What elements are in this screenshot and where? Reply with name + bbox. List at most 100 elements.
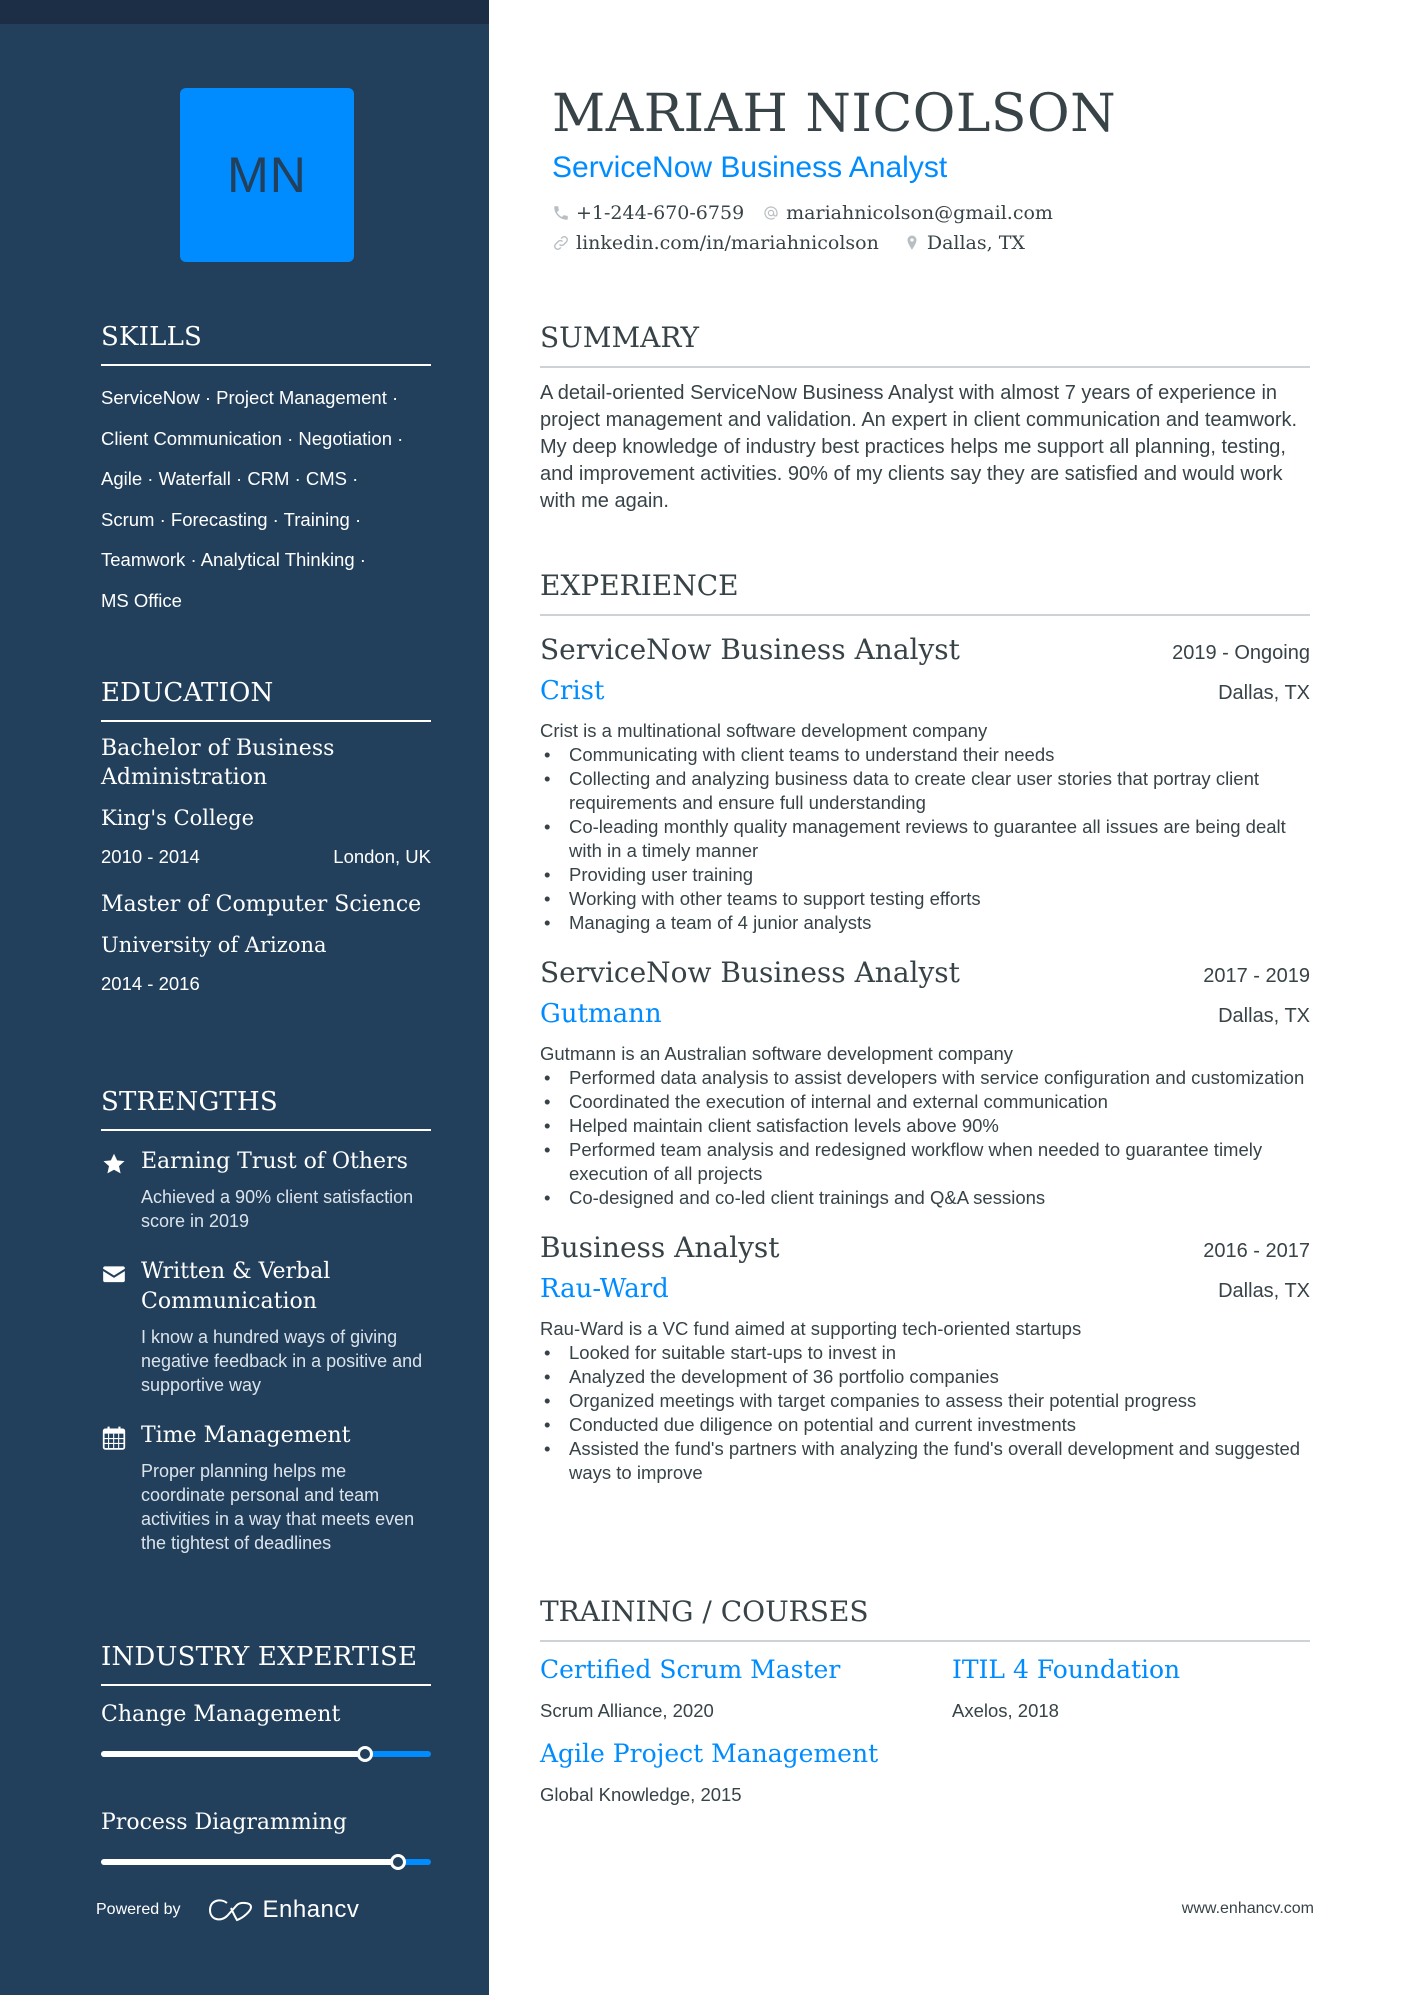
strength-title: Written & Verbal Communication [141,1259,331,1314]
skills-line: MS Office [101,589,182,611]
enhancv-brand[interactable]: Enhancv [263,1896,360,1924]
experience-heading: EXPERIENCE [540,568,1310,616]
job-bullet: Working with other teams to support test… [540,887,1310,911]
summary-heading: SUMMARY [540,320,1310,368]
education-degree: Bachelor of Business Administration [101,736,335,790]
level-knob [390,1854,406,1870]
job-role: Business Analyst [540,1231,780,1264]
avatar-initials: MN [227,147,307,203]
linkedin-text[interactable]: linkedin.com/in/mariahnicolson [576,232,879,254]
job-dates: 2017 - 2019 [1203,965,1310,987]
courses-grid: Certified Scrum Master Scrum Alliance, 2… [540,1652,1310,1806]
sidebar: MN SKILLS ServiceNow · Project Managemen… [0,0,489,1995]
education-location: London, UK [333,846,431,867]
contact-location: Dallas, TX [903,232,1025,254]
job-bullet: Performed data analysis to assist develo… [540,1066,1310,1090]
job-bullets: Performed data analysis to assist develo… [540,1066,1310,1210]
course-org: Global Knowledge, 2015 [540,1784,742,1805]
job-bullet: Organized meetings with target companies… [540,1389,1310,1413]
job-company: Crist [540,676,605,706]
candidate-name: MARIAH NICOLSON [552,84,1117,144]
experience-section: EXPERIENCE ServiceNow Business Analyst 2… [540,568,1310,1485]
job-bullet: Helped maintain client satisfaction leve… [540,1114,1310,1138]
level-fill [101,1859,398,1865]
education-school: King's College [101,806,255,830]
link-icon [554,236,568,250]
course-item: ITIL 4 Foundation Axelos, 2018 [952,1652,1312,1722]
job-bullets: Looked for suitable start-ups to invest … [540,1341,1310,1485]
expertise-label: Change Management [101,1702,341,1727]
job-entry: ServiceNow Business Analyst 2017 - 2019 … [540,953,1310,1210]
star-icon [103,1153,125,1174]
job-header: Business Analyst 2016 - 2017 [540,1228,1310,1268]
contact-linkedin: linkedin.com/in/mariahnicolson [552,232,879,254]
strengths-section: STRENGTHS Earning Trust of Others Achiev… [101,1085,431,1555]
job-bullets: Communicating with client teams to under… [540,743,1310,935]
expertise-level-bar [101,1744,431,1764]
job-description: Crist is a multinational software develo… [540,720,988,741]
training-section: TRAINING / COURSES Certified Scrum Maste… [540,1594,1310,1806]
summary-text: A detail-oriented ServiceNow Business An… [540,382,1298,512]
contact-phone: +1-244-670-6759 [552,202,744,224]
strengths-heading: STRENGTHS [101,1085,431,1131]
course-item: Certified Scrum Master Scrum Alliance, 2… [540,1652,952,1722]
strength-item: Earning Trust of Others Achieved a 90% c… [101,1147,431,1233]
envelope-icon [103,1266,125,1283]
phone-text[interactable]: +1-244-670-6759 [576,202,744,224]
course-org: Scrum Alliance, 2020 [540,1700,714,1721]
job-bullet: Coordinated the execution of internal an… [540,1090,1310,1114]
location-pin-icon [907,235,917,250]
job-subheader: Crist Dallas, TX [540,670,1310,712]
course-item: Agile Project Management Global Knowledg… [540,1736,952,1806]
job-description: Gutmann is an Australian software develo… [540,1043,1014,1064]
job-bullet: Co-designed and co-led client trainings … [540,1186,1310,1210]
skills-list: ServiceNow · Project Management · Client… [101,378,431,621]
skills-line: Teamwork · Analytical Thinking · [101,549,366,570]
job-bullet: Performed team analysis and redesigned w… [540,1138,1310,1186]
strength-description: Achieved a 90% client satisfaction score… [141,1187,414,1231]
job-role: ServiceNow Business Analyst [540,956,960,989]
job-bullet: Co-leading monthly quality management re… [540,815,1310,863]
location-text: Dallas, TX [926,232,1025,254]
expertise-item: Change Management [101,1700,431,1764]
education-dates: 2010 - 2014 [101,846,200,867]
job-bullet: Assisted the fund's partners with analyz… [540,1437,1310,1485]
email-text[interactable]: mariahnicolson@gmail.com [786,202,1053,224]
job-bullet: Analyzed the development of 36 portfolio… [540,1365,1310,1389]
calendar-icon [102,1426,126,1450]
job-location: Dallas, TX [1218,682,1310,704]
skills-heading: SKILLS [101,320,431,366]
skills-line: Agile · Waterfall · CRM · CMS · [101,468,359,489]
job-location: Dallas, TX [1218,1280,1310,1302]
job-description: Rau-Ward is a VC fund aimed at supportin… [540,1318,1082,1339]
job-header: ServiceNow Business Analyst 2019 - Ongoi… [540,630,1310,670]
strength-title: Earning Trust of Others [141,1149,408,1174]
skills-line: Scrum · Forecasting · Training · [101,508,362,530]
training-heading: TRAINING / COURSES [540,1594,1310,1642]
powered-by-label: Powered by [96,1901,181,1918]
job-location: Dallas, TX [1218,1005,1310,1027]
job-header: ServiceNow Business Analyst 2017 - 2019 [540,953,1310,993]
website-link[interactable]: www.enhancv.com [1182,1900,1314,1918]
strength-item: Written & Verbal Communication I know a … [101,1257,431,1397]
job-company: Gutmann [540,999,662,1029]
job-bullet: Providing user training [540,863,1310,887]
course-org: Axelos, 2018 [952,1700,1059,1721]
enhancv-logo-icon [208,1899,252,1922]
at-icon [764,206,778,220]
summary-section: SUMMARY A detail-oriented ServiceNow Bus… [540,320,1310,515]
education-degree: Master of Computer Science [101,892,422,917]
job-bullet: Looked for suitable start-ups to invest … [540,1341,1310,1365]
candidate-title: ServiceNow Business Analyst [552,151,948,184]
expertise-heading: INDUSTRY EXPERTISE [101,1640,431,1686]
skills-line: Client Communication · Negotiation · [101,427,404,449]
education-heading: EDUCATION [101,676,431,722]
job-bullet: Communicating with client teams to under… [540,743,1310,767]
strength-title: Time Management [141,1423,351,1448]
education-section: EDUCATION Bachelor of Business Administr… [101,676,431,995]
job-company: Rau-Ward [540,1274,669,1304]
education-dates: 2014 - 2016 [101,973,200,994]
job-role: ServiceNow Business Analyst [540,633,960,666]
level-knob [357,1746,373,1762]
course-title: ITIL 4 Foundation [952,1655,1181,1684]
